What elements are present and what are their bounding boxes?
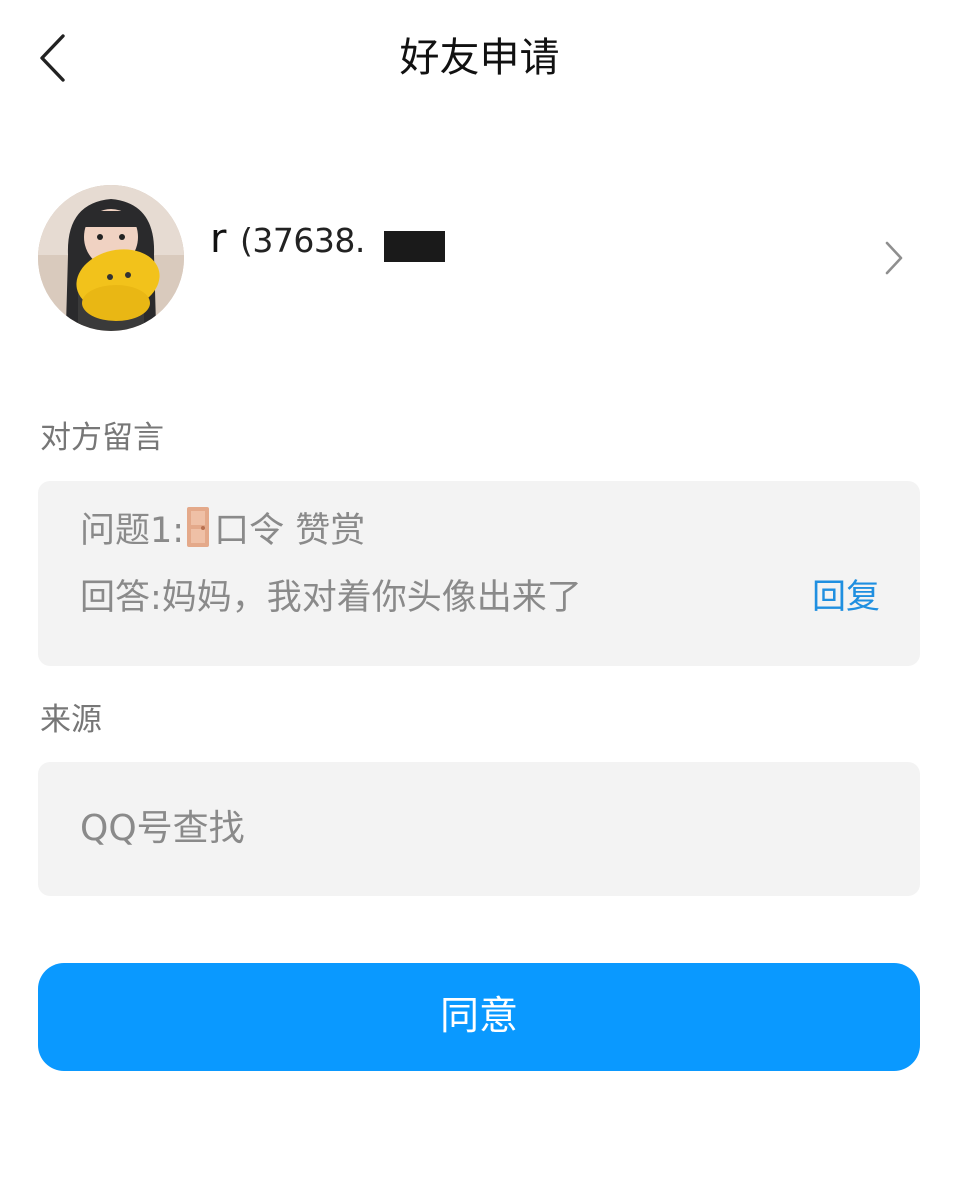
question-text: 口令 赞赏: [214, 511, 366, 551]
page-title: 好友申请: [399, 35, 560, 81]
message-section-label: 对方留言: [40, 420, 164, 456]
agree-button[interactable]: 同意: [38, 963, 920, 1071]
avatar[interactable]: [38, 185, 184, 331]
message-box: 问题1: 口令 赞赏 回答:妈妈，我对着你头像出来了 回复: [38, 481, 920, 666]
applicant-nickname: r: [210, 216, 227, 262]
top-bar: 好友申请: [0, 0, 959, 116]
answer-line: 回答:妈妈，我对着你头像出来了: [80, 578, 582, 618]
question-line: 问题1: 口令 赞赏: [80, 506, 365, 554]
source-section-label: 来源: [40, 702, 102, 738]
avatar-photo: [38, 185, 184, 331]
source-box: QQ号查找: [38, 762, 920, 896]
applicant-profile-row[interactable]: r (37638.: [0, 180, 959, 336]
door-icon: [187, 507, 210, 547]
source-value: QQ号查找: [80, 808, 245, 849]
reply-button[interactable]: 回复: [812, 574, 880, 620]
chevron-right-icon: [885, 241, 903, 275]
applicant-qq-number: (37638.: [240, 221, 365, 260]
redaction-bar: [384, 231, 445, 262]
question-prefix: 问题1:: [80, 511, 185, 551]
